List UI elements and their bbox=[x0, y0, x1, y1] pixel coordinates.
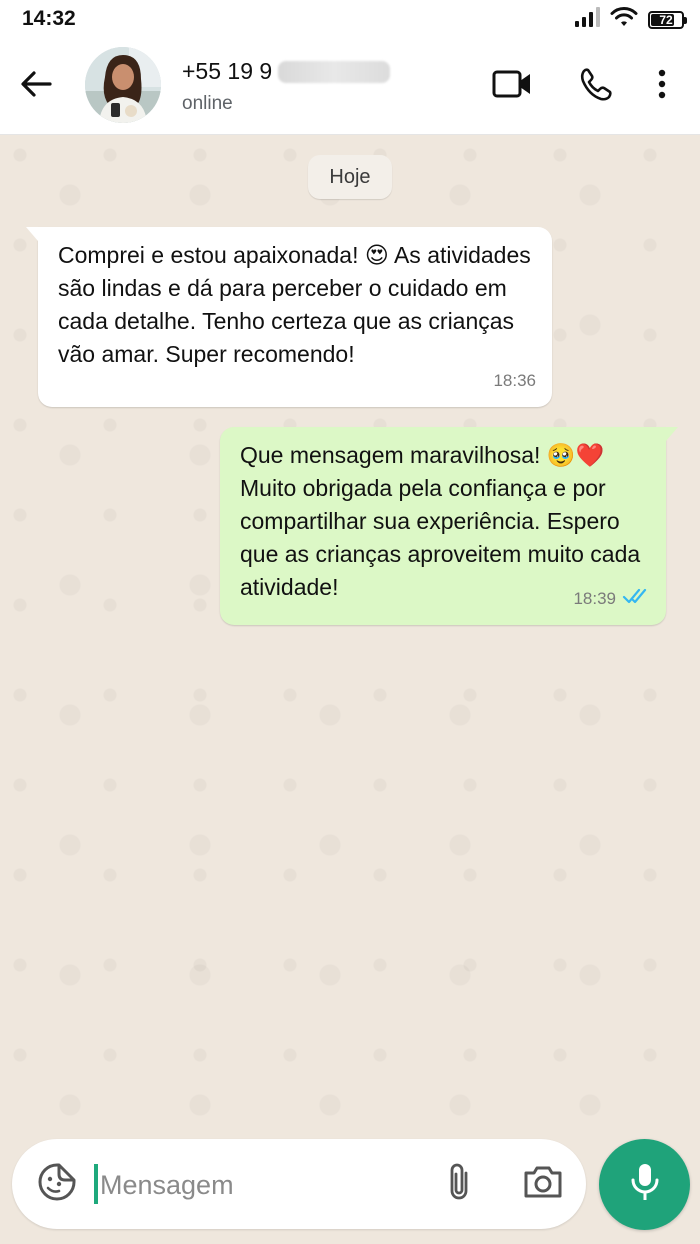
contact-status: online bbox=[182, 93, 233, 114]
contact-info[interactable]: +55 19 9 online bbox=[182, 58, 391, 115]
double-check-icon bbox=[622, 582, 650, 615]
back-button[interactable] bbox=[14, 64, 58, 108]
message-time: 18:39 bbox=[573, 582, 650, 615]
status-bar: 14:32 72 bbox=[0, 0, 700, 38]
chat-header: +55 19 9 online bbox=[0, 38, 700, 135]
emoji-button[interactable] bbox=[34, 1161, 80, 1207]
more-options-button[interactable] bbox=[638, 62, 686, 110]
message-input[interactable] bbox=[98, 1159, 422, 1211]
status-time: 14:32 bbox=[22, 7, 76, 30]
message-time: 18:36 bbox=[493, 364, 536, 397]
video-call-button[interactable] bbox=[488, 62, 536, 110]
camera-button[interactable] bbox=[518, 1161, 568, 1207]
back-arrow-icon bbox=[20, 70, 52, 103]
emoji-sticker-icon bbox=[37, 1162, 77, 1207]
attach-button[interactable] bbox=[436, 1161, 482, 1207]
signal-icon bbox=[574, 7, 600, 32]
contact-name: +55 19 9 bbox=[182, 58, 391, 85]
message-incoming[interactable]: Comprei e estou apaixonada! 😍 As ativida… bbox=[26, 227, 552, 407]
wifi-icon bbox=[610, 6, 638, 33]
more-vert-icon bbox=[657, 68, 667, 105]
battery-level: 72 bbox=[659, 12, 673, 27]
phone-call-icon bbox=[579, 67, 613, 106]
contact-number: +55 19 9 bbox=[182, 58, 273, 84]
message-text: Que mensagem maravilhosa! 🥹❤️ Muito obri… bbox=[240, 442, 641, 600]
message-text: Comprei e estou apaixonada! 😍 As ativida… bbox=[58, 242, 531, 367]
paperclip-icon bbox=[444, 1161, 474, 1208]
battery-icon: 72 bbox=[648, 10, 687, 29]
message-outgoing[interactable]: Que mensagem maravilhosa! 🥹❤️ Muito obri… bbox=[220, 427, 678, 625]
redacted-number-block bbox=[278, 60, 391, 83]
message-timestamp: 18:39 bbox=[573, 589, 616, 608]
date-chip: Hoje bbox=[308, 155, 392, 199]
status-icons: 72 bbox=[574, 6, 687, 33]
chat-area[interactable]: Hoje Comprei e estou apaixonada! 😍 As at… bbox=[0, 135, 700, 1135]
video-call-icon bbox=[492, 69, 532, 104]
voice-record-button[interactable] bbox=[599, 1139, 690, 1230]
camera-icon bbox=[522, 1164, 564, 1205]
avatar[interactable] bbox=[85, 47, 161, 123]
microphone-icon bbox=[630, 1162, 660, 1207]
message-composer bbox=[12, 1139, 586, 1229]
voice-call-button[interactable] bbox=[572, 62, 620, 110]
message-timestamp: 18:36 bbox=[493, 371, 536, 390]
